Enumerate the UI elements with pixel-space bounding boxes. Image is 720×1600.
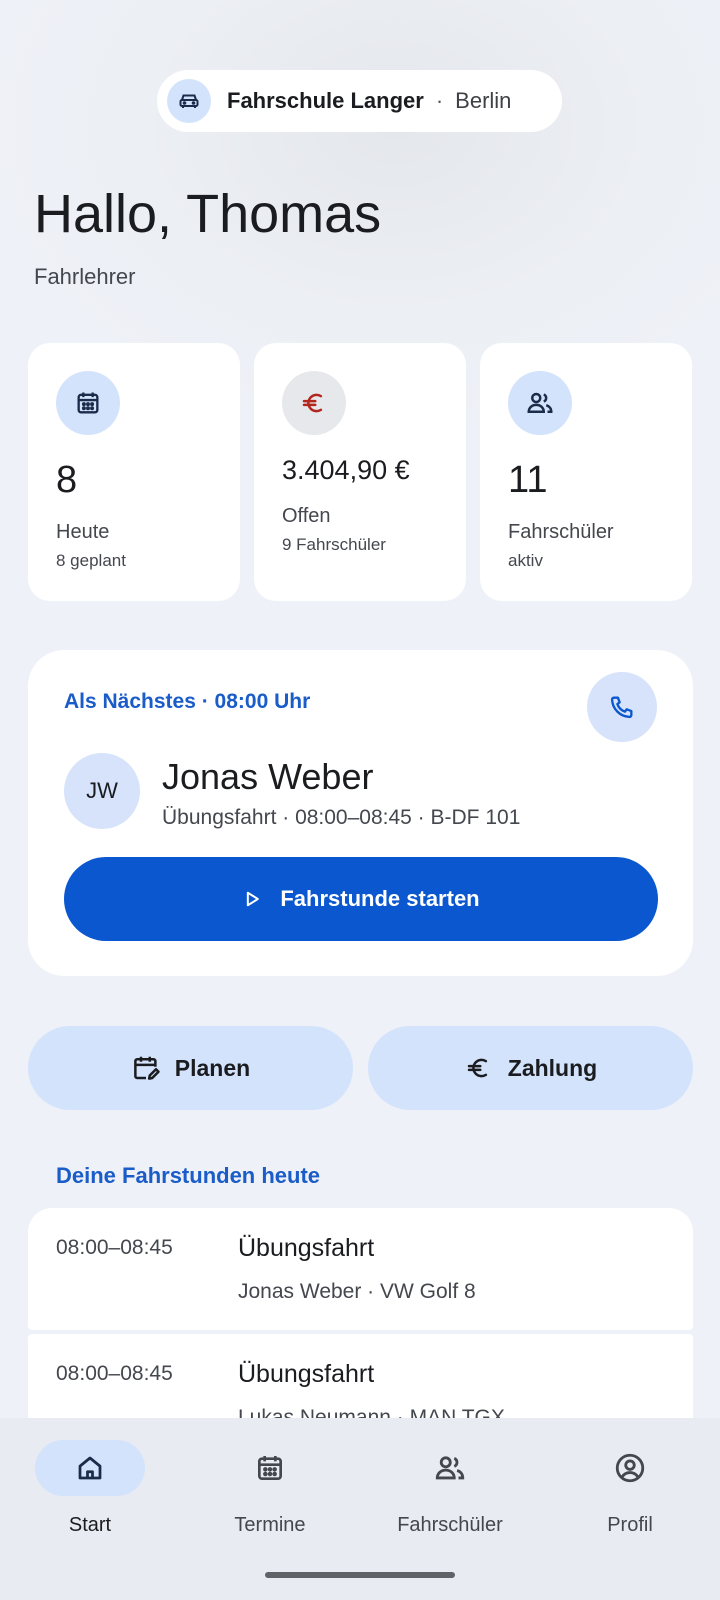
- start-lesson-label: Fahrstunde starten: [280, 886, 480, 911]
- list-item[interactable]: 08:00–08:45 Übungsfahrt Lukas Neumann · …: [28, 1334, 693, 1418]
- euro-icon: [282, 371, 346, 435]
- stat-sub: 9 Fahrschüler: [282, 535, 386, 554]
- phone-icon: [610, 696, 633, 719]
- greeting-title: Hallo, Thomas: [34, 184, 382, 244]
- play-icon: [247, 891, 260, 907]
- stat-value: 11: [508, 459, 548, 501]
- home-icon: [35, 1440, 145, 1496]
- nav-label: Profil: [607, 1514, 653, 1536]
- nav-item-fahrschueler[interactable]: Fahrschüler: [360, 1418, 540, 1558]
- school-city: Berlin: [455, 88, 512, 113]
- calendar-icon: [215, 1440, 325, 1496]
- stat-card-today[interactable]: 8 Heute 8 geplant: [28, 343, 240, 601]
- section-title: Deine Fahrstunden heute: [56, 1163, 321, 1188]
- nav-label: Fahrschüler: [397, 1514, 503, 1536]
- stat-sub: aktiv: [508, 551, 543, 570]
- nav-label: Termine: [234, 1514, 306, 1536]
- payment-label: Zahlung: [507, 1054, 598, 1081]
- lesson-type: Übungsfahrt: [238, 1234, 375, 1262]
- lesson-student-vehicle: Jonas Weber · VW Golf 8: [238, 1280, 476, 1303]
- school-selector[interactable]: Fahrschule Langer · Berlin: [157, 70, 562, 132]
- plan-label: Planen: [174, 1054, 251, 1081]
- lesson-time: 08:00–08:45: [56, 1362, 173, 1385]
- lesson-meta: Übungsfahrt · 08:00–08:45 · B-DF 101: [162, 806, 521, 829]
- nav-item-start[interactable]: Start: [0, 1418, 180, 1558]
- lesson-time: 08:00–08:45: [56, 1236, 173, 1259]
- profile-icon: [575, 1440, 685, 1496]
- stat-label: Fahrschüler: [508, 521, 614, 543]
- call-button[interactable]: [587, 672, 657, 742]
- plan-button[interactable]: Planen: [28, 1026, 353, 1110]
- lesson-list[interactable]: 08:00–08:45 Übungsfahrt Jonas Weber · VW…: [28, 1208, 693, 1418]
- payment-button[interactable]: Zahlung: [368, 1026, 693, 1110]
- nav-item-termine[interactable]: Termine: [180, 1418, 360, 1558]
- list-item[interactable]: 08:00–08:45 Übungsfahrt Jonas Weber · VW…: [28, 1208, 693, 1330]
- lesson-student-vehicle: Lukas Neumann · MAN TGX: [238, 1406, 505, 1418]
- stat-sub: 8 geplant: [56, 551, 126, 570]
- car-icon: [167, 79, 211, 123]
- stat-card-open[interactable]: 3.404,90 € Offen 9 Fahrschüler: [254, 343, 466, 601]
- calendar-edit-icon: [133, 1056, 160, 1080]
- home-indicator: [265, 1572, 455, 1578]
- stat-value: 8: [56, 459, 78, 501]
- next-lesson-card[interactable]: Als Nächstes · 08:00 Uhr JW Jonas Weber …: [28, 650, 693, 976]
- student-name: Jonas Weber: [162, 756, 374, 797]
- people-icon: [508, 371, 572, 435]
- nav-label: Start: [68, 1514, 112, 1536]
- people-icon: [395, 1440, 505, 1496]
- user-role: Fahrlehrer: [34, 264, 136, 289]
- next-lesson-label: Als Nächstes · 08:00 Uhr: [64, 690, 311, 713]
- start-lesson-button[interactable]: Fahrstunde starten: [64, 857, 658, 941]
- school-name: Fahrschule Langer: [227, 88, 424, 113]
- stat-value: 3.404,90 €: [282, 455, 410, 485]
- nav-item-profil[interactable]: Profil: [540, 1418, 720, 1558]
- stat-label: Offen: [282, 505, 331, 527]
- stat-label: Heute: [56, 521, 110, 543]
- stat-card-students[interactable]: 11 Fahrschüler aktiv: [480, 343, 692, 601]
- euro-icon: [467, 1058, 487, 1078]
- avatar: JW: [64, 753, 140, 829]
- separator-dot: ·: [435, 88, 444, 113]
- lesson-type: Übungsfahrt: [238, 1360, 375, 1388]
- calendar-icon: [56, 371, 120, 435]
